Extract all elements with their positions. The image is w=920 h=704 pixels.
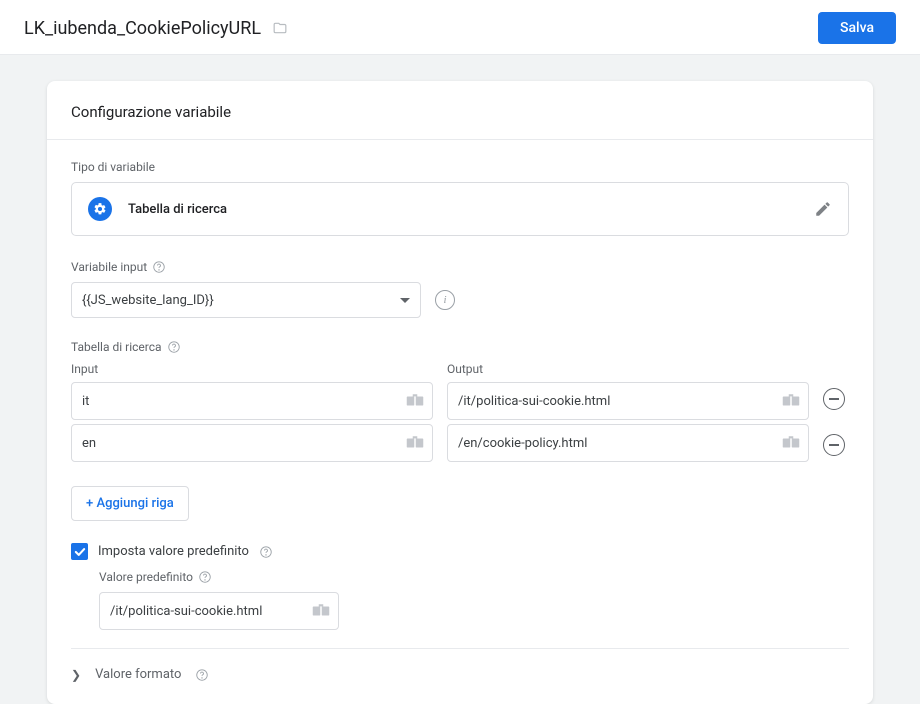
- lookup-input-field[interactable]: en: [71, 424, 433, 462]
- config-card: Configurazione variabile Tipo di variabi…: [47, 81, 873, 704]
- default-value-label: Valore predefinito: [99, 570, 849, 584]
- pencil-icon[interactable]: [814, 200, 832, 218]
- help-icon[interactable]: [195, 668, 209, 682]
- default-value-area: Imposta valore predefinito Valore predef…: [71, 543, 849, 630]
- default-checkbox-row: Imposta valore predefinito: [71, 543, 849, 560]
- help-icon[interactable]: [259, 545, 273, 559]
- info-icon[interactable]: i: [435, 290, 455, 310]
- card-body: Tipo di variabile Tabella di ricerca Var…: [47, 140, 873, 704]
- lookup-input-field[interactable]: it: [71, 382, 433, 420]
- page-background: Configurazione variabile Tipo di variabi…: [0, 55, 920, 704]
- lookup-grid: Input it en Output /it/politi: [71, 362, 849, 476]
- add-row-button[interactable]: + Aggiungi riga: [71, 486, 189, 521]
- page-title: LK_iubenda_CookiePolicyURL: [24, 18, 261, 39]
- help-icon[interactable]: [198, 570, 212, 584]
- remove-row-button[interactable]: [823, 434, 845, 456]
- block-icon[interactable]: [406, 436, 424, 450]
- col-input-label: Input: [71, 362, 433, 376]
- input-var-row: {{JS_website_lang_ID}} i: [71, 282, 849, 318]
- default-value-field[interactable]: /it/politica-sui-cookie.html: [99, 592, 339, 630]
- help-icon[interactable]: [152, 260, 166, 274]
- lookup-output-field[interactable]: /en/cookie-policy.html: [447, 424, 809, 462]
- variable-type-selector[interactable]: Tabella di ricerca: [71, 182, 849, 236]
- lookup-input-col: Input it en: [71, 362, 433, 466]
- topbar: LK_iubenda_CookiePolicyURL Salva: [0, 0, 920, 55]
- block-icon[interactable]: [406, 394, 424, 408]
- remove-row-button[interactable]: [823, 388, 845, 410]
- input-var-label: Variabile input: [71, 260, 849, 274]
- default-checkbox[interactable]: [71, 543, 88, 560]
- format-value-toggle[interactable]: ❯ Valore formato: [71, 649, 849, 696]
- block-icon[interactable]: [312, 604, 330, 618]
- minus-icon: [829, 398, 839, 400]
- format-value-label: Valore formato: [95, 667, 181, 682]
- input-var-value: {{JS_website_lang_ID}}: [82, 293, 214, 308]
- default-value-wrap: Valore predefinito /it/politica-sui-cook…: [99, 570, 849, 630]
- lookup-table: Input it en Output /it/politi: [71, 362, 849, 521]
- card-heading: Configurazione variabile: [47, 81, 873, 140]
- help-icon[interactable]: [167, 340, 181, 354]
- save-button[interactable]: Salva: [818, 12, 896, 44]
- chevron-right-icon: ❯: [71, 668, 81, 682]
- lookup-actions-col: [823, 362, 849, 476]
- folder-icon[interactable]: [271, 21, 289, 35]
- input-var-select[interactable]: {{JS_website_lang_ID}}: [71, 282, 421, 318]
- lookup-output-field[interactable]: /it/politica-sui-cookie.html: [447, 382, 809, 420]
- topbar-left: LK_iubenda_CookiePolicyURL: [24, 18, 289, 39]
- block-icon[interactable]: [782, 394, 800, 408]
- lookup-output-col: Output /it/politica-sui-cookie.html /en/…: [447, 362, 809, 466]
- variable-type-value: Tabella di ricerca: [128, 202, 227, 217]
- variable-type-label: Tipo di variabile: [71, 160, 849, 174]
- check-icon: [74, 547, 86, 557]
- col-output-label: Output: [447, 362, 809, 376]
- default-checkbox-label: Imposta valore predefinito: [98, 544, 249, 559]
- block-icon[interactable]: [782, 436, 800, 450]
- minus-icon: [829, 444, 839, 446]
- lookup-table-label: Tabella di ricerca: [71, 340, 849, 354]
- gear-icon: [88, 197, 112, 221]
- chevron-down-icon: [400, 298, 410, 303]
